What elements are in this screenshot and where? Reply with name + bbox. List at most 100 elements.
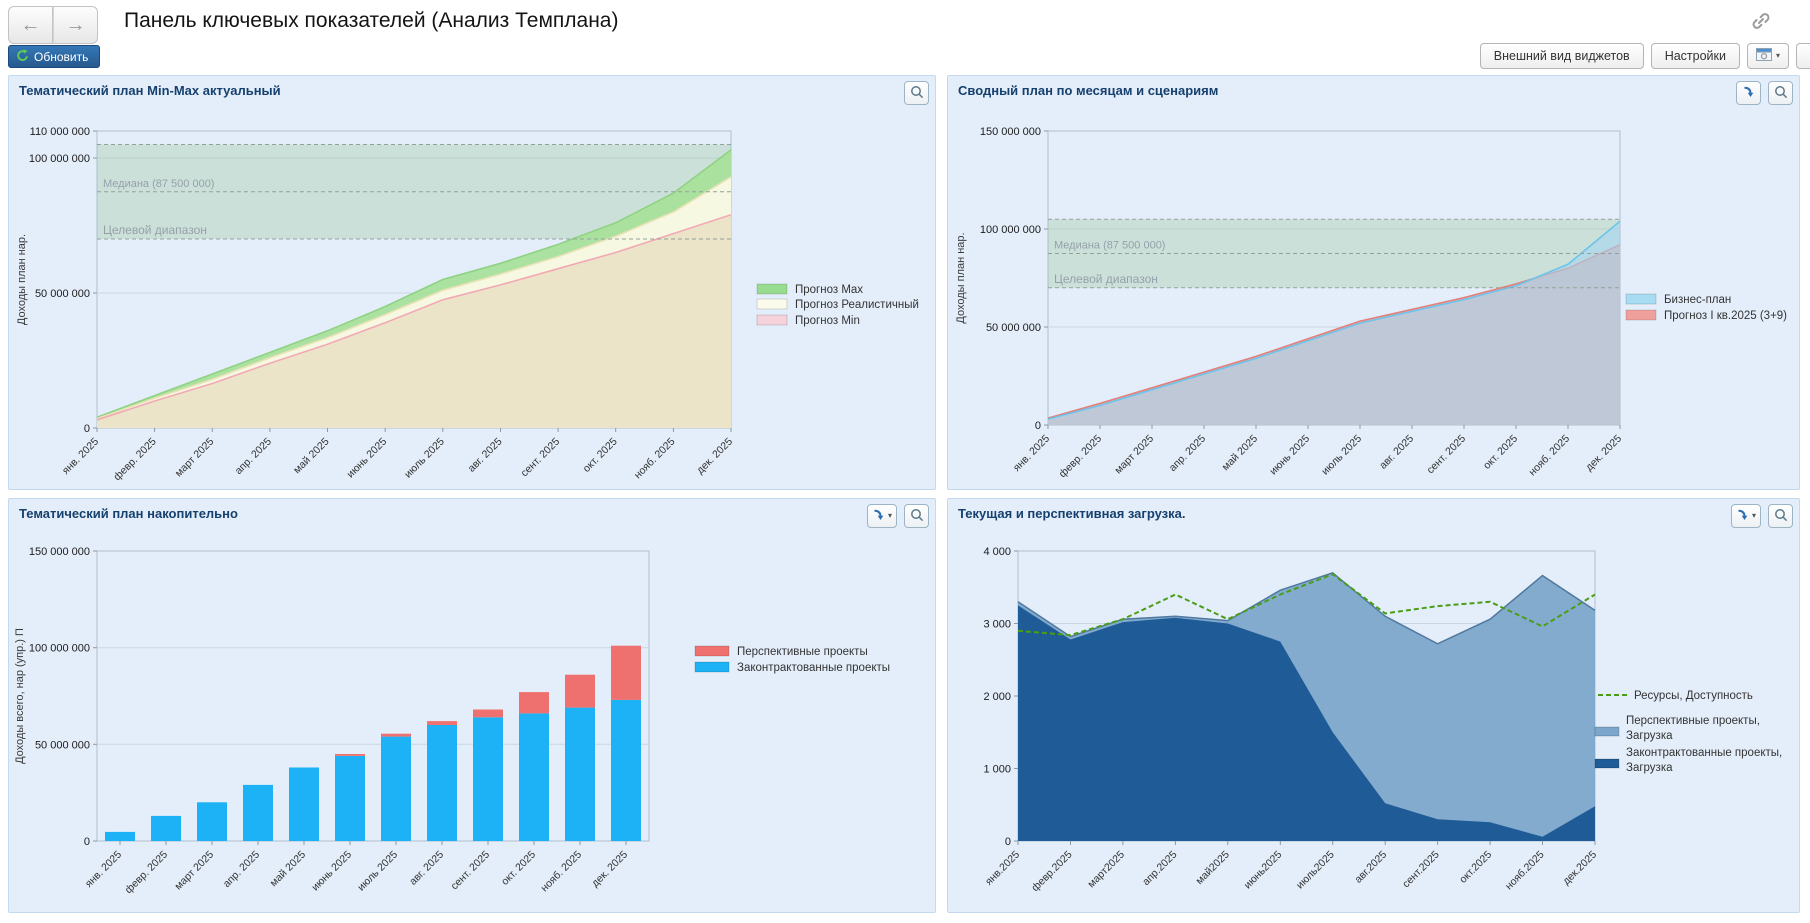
arrow-left-icon: ← xyxy=(21,14,41,36)
svg-text:1 000: 1 000 xyxy=(983,764,1011,776)
svg-text:Доходы всего, нар (упр.) П: Доходы всего, нар (упр.) П xyxy=(14,628,26,764)
svg-text:Доходы план нар.: Доходы план нар. xyxy=(955,232,967,323)
zoom-widget-button[interactable] xyxy=(904,504,929,528)
arrow-right-icon: → xyxy=(66,14,86,36)
svg-text:окт. 2025: окт. 2025 xyxy=(499,849,538,888)
svg-text:июнь 2025: июнь 2025 xyxy=(345,436,390,481)
svg-text:дек. 2025: дек. 2025 xyxy=(589,849,630,890)
svg-text:Законтрактованные проекты,: Законтрактованные проекты, xyxy=(1626,747,1782,759)
widget-thematic-min-max: Тематический план Min-Max актуальный 110… xyxy=(8,75,936,490)
svg-text:Медиана (87 500 000): Медиана (87 500 000) xyxy=(103,178,214,190)
svg-text:Прогноз Min: Прогноз Min xyxy=(795,315,860,327)
svg-text:февр. 2025: февр. 2025 xyxy=(111,436,159,484)
chart-cumulative-bars: 150 000 000100 000 00050 000 0000янв. 20… xyxy=(9,527,936,913)
svg-text:март 2025: март 2025 xyxy=(173,436,217,480)
svg-text:июнь 2025: июнь 2025 xyxy=(1267,433,1312,478)
svg-text:0: 0 xyxy=(1035,420,1041,432)
refresh-button[interactable]: Обновить xyxy=(8,45,100,68)
settings-button[interactable]: Настройки xyxy=(1651,43,1740,69)
link-icon[interactable] xyxy=(1750,10,1772,32)
svg-text:окт.2025: окт.2025 xyxy=(1457,849,1494,886)
blue-curved-arrow-icon xyxy=(1736,508,1749,524)
chart-summary: 150 000 000 100 000 000 50 000 000 0 Медиана… xyxy=(948,104,1800,490)
blue-curved-arrow-icon xyxy=(1742,85,1755,101)
forward-button[interactable]: → xyxy=(53,6,98,44)
svg-text:4 000: 4 000 xyxy=(983,546,1011,558)
svg-text:Законтрактованные проекты: Законтрактованные проекты xyxy=(737,662,890,674)
back-button[interactable]: ← xyxy=(8,6,53,44)
svg-text:Целевой диапазон: Целевой диапазон xyxy=(103,223,207,237)
svg-text:сент.2025: сент.2025 xyxy=(1400,849,1442,891)
magnifier-icon xyxy=(1774,85,1788,102)
top-bar: ← → Панель ключевых показателей (Анализ … xyxy=(8,6,1802,46)
svg-text:июль 2025: июль 2025 xyxy=(402,436,447,481)
svg-text:янв. 2025: янв. 2025 xyxy=(60,436,101,477)
svg-text:Ресурсы, Доступность: Ресурсы, Доступность xyxy=(1634,690,1753,702)
svg-text:150 000 000: 150 000 000 xyxy=(29,546,90,558)
svg-text:0: 0 xyxy=(84,423,90,435)
svg-text:0: 0 xyxy=(1005,836,1011,848)
svg-text:50 000 000: 50 000 000 xyxy=(35,739,90,751)
svg-text:янв. 2025: янв. 2025 xyxy=(83,849,124,890)
svg-text:март2025: март2025 xyxy=(1085,849,1127,891)
svg-text:июль 2025: июль 2025 xyxy=(1319,433,1364,478)
zoom-widget-button[interactable] xyxy=(904,81,929,105)
widget-summary-plan: Сводный план по месяцам и сценариям 150 … xyxy=(947,75,1800,490)
chevron-down-icon: ▾ xyxy=(1752,512,1756,520)
svg-text:Медиана (87 500 000): Медиана (87 500 000) xyxy=(1054,240,1165,252)
svg-text:Доходы план нар.: Доходы план нар. xyxy=(16,234,28,325)
svg-text:март 2025: март 2025 xyxy=(1112,433,1156,477)
widget-title: Тематический план накопительно xyxy=(19,506,238,521)
svg-text:2 000: 2 000 xyxy=(983,691,1011,703)
svg-text:3 000: 3 000 xyxy=(983,619,1011,631)
magnifier-icon xyxy=(910,508,924,525)
widgets-appearance-button[interactable]: Внешний вид виджетов xyxy=(1480,43,1644,69)
widget-header: Текущая и перспективная загрузка. ▾ xyxy=(948,499,1799,527)
svg-text:100 000 000: 100 000 000 xyxy=(29,153,90,165)
zoom-widget-button[interactable] xyxy=(1768,504,1793,528)
drill-widget-button[interactable]: ▾ xyxy=(867,504,897,528)
cut-off-button[interactable] xyxy=(1796,43,1810,69)
zoom-widget-button[interactable] xyxy=(1768,81,1793,105)
svg-text:100 000 000: 100 000 000 xyxy=(29,643,90,655)
drill-widget-button[interactable]: ▾ xyxy=(1731,504,1761,528)
chart-load-areas: 4 0003 0002 0001 0000янв.2025февр.2025ма… xyxy=(948,527,1800,913)
svg-text:нояб.2025: нояб.2025 xyxy=(1503,849,1547,893)
svg-text:дек. 2025: дек. 2025 xyxy=(1583,433,1624,474)
svg-text:авг. 2025: авг. 2025 xyxy=(407,849,446,888)
dashboard-menu-button[interactable]: ▾ xyxy=(1747,43,1789,69)
blue-curved-arrow-icon xyxy=(872,508,885,524)
svg-text:март 2025: март 2025 xyxy=(172,849,216,893)
svg-text:окт. 2025: окт. 2025 xyxy=(581,436,620,475)
svg-text:май 2025: май 2025 xyxy=(1220,433,1261,474)
svg-text:февр.2025: февр.2025 xyxy=(1029,849,1074,894)
svg-text:Бизнес-план: Бизнес-план xyxy=(1664,294,1731,306)
svg-text:апр. 2025: апр. 2025 xyxy=(1167,433,1209,475)
svg-text:нояб. 2025: нояб. 2025 xyxy=(1526,433,1572,479)
svg-text:150 000 000: 150 000 000 xyxy=(980,126,1041,138)
svg-text:50 000 000: 50 000 000 xyxy=(986,322,1041,334)
window-gear-icon xyxy=(1756,48,1772,64)
svg-text:сент. 2025: сент. 2025 xyxy=(1424,433,1468,477)
svg-text:Прогноз Реалистичный: Прогноз Реалистичный xyxy=(795,299,919,311)
chevron-down-icon: ▾ xyxy=(888,512,892,520)
widget-title: Сводный план по месяцам и сценариям xyxy=(958,83,1218,98)
svg-text:сент. 2025: сент. 2025 xyxy=(519,436,563,480)
svg-text:нояб. 2025: нояб. 2025 xyxy=(538,849,584,895)
svg-text:дек. 2025: дек. 2025 xyxy=(694,436,735,477)
drill-widget-button[interactable] xyxy=(1736,81,1761,105)
svg-text:июнь 2025: июнь 2025 xyxy=(309,849,354,894)
svg-text:апр. 2025: апр. 2025 xyxy=(221,849,263,891)
svg-text:нояб. 2025: нояб. 2025 xyxy=(632,436,678,482)
chevron-down-icon: ▾ xyxy=(1776,52,1780,60)
widget-load: Текущая и перспективная загрузка. ▾ 4 00… xyxy=(947,498,1800,913)
svg-text:янв. 2025: янв. 2025 xyxy=(1011,433,1052,474)
svg-text:май 2025: май 2025 xyxy=(268,849,309,890)
widget-header: Тематический план накопительно ▾ xyxy=(9,499,935,527)
svg-text:100 000 000: 100 000 000 xyxy=(980,224,1041,236)
svg-text:Перспективные проекты,: Перспективные проекты, xyxy=(1626,715,1760,727)
svg-text:дек.2025: дек.2025 xyxy=(1560,849,1599,888)
svg-text:Перспективные проекты: Перспективные проекты xyxy=(737,646,868,658)
svg-text:май2025: май2025 xyxy=(1194,849,1232,887)
svg-text:февр. 2025: февр. 2025 xyxy=(123,849,171,897)
